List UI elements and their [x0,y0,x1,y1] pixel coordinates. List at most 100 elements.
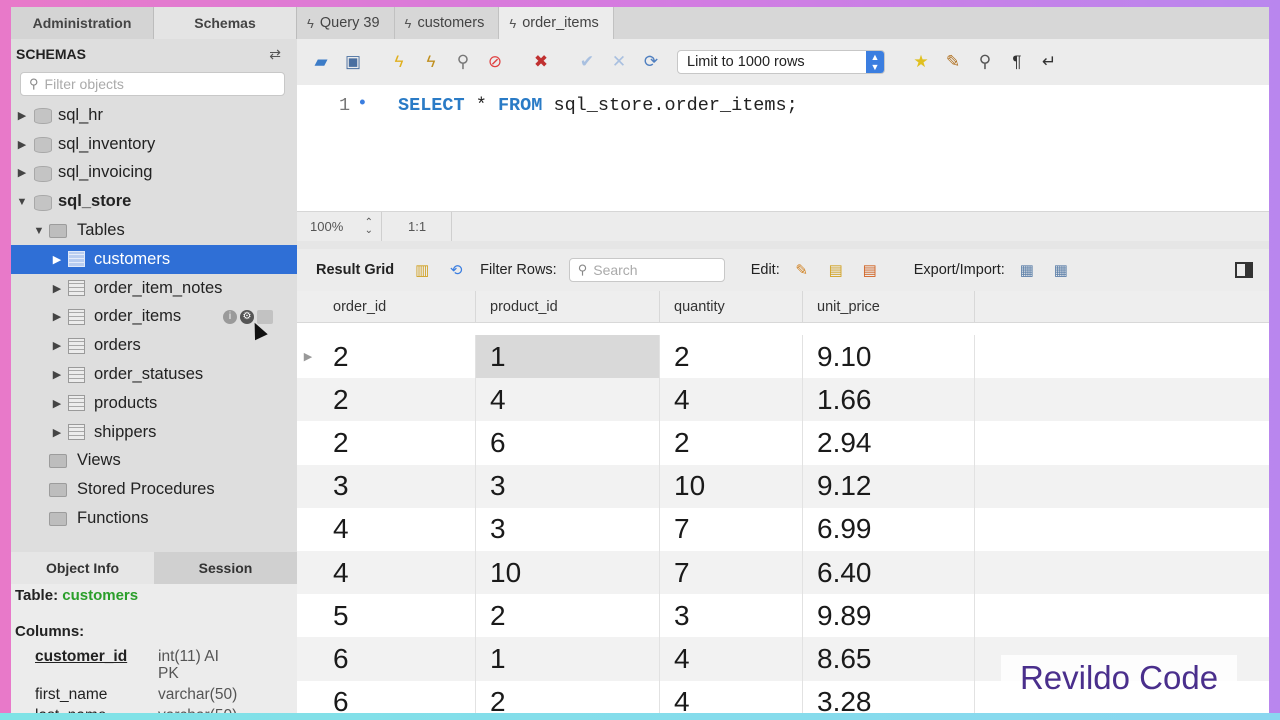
table-cell[interactable]: 6 [319,637,476,681]
pane-splitter[interactable] [297,241,1269,249]
column-header-quantity[interactable]: quantity [660,291,803,322]
schema-item-sql-hr[interactable]: ▶ sql_hr [11,101,297,130]
insert-row-icon[interactable]: ▤ [826,260,846,280]
toggle-error-icon[interactable]: ✖ [529,50,553,74]
table-cell[interactable]: 2 [660,421,803,465]
explain-icon[interactable]: ⚲ [451,50,475,74]
table-cell[interactable]: 3 [660,594,803,638]
stop-icon[interactable]: ⊘ [483,50,507,74]
limit-rows-select[interactable]: Limit to 1000 rows ▲ ▼ [677,50,885,74]
expand-arrow-icon[interactable]: ▶ [51,426,63,439]
expand-arrow-icon[interactable]: ▶ [51,368,63,381]
table-cell[interactable]: 1.66 [803,378,975,422]
table-cell[interactable]: 4 [319,507,476,551]
expand-arrow-icon[interactable]: ▶ [51,253,63,266]
tab-query-39[interactable]: ϟ Query 39 [297,7,395,39]
toggle-side-panel-icon[interactable] [1235,262,1253,278]
rollback-icon[interactable]: ✕ [607,50,631,74]
delete-row-icon[interactable]: ▤ [860,260,880,280]
table-cell[interactable]: 8.65 [803,637,975,681]
collapse-arrow-icon[interactable]: ▼ [33,225,45,237]
table-item-products[interactable]: ▶ products [11,389,297,418]
table-row[interactable]: 3 3 10 9.12 [297,464,1269,508]
grid-view-icon[interactable]: ▥ [412,260,432,280]
stepper-icon[interactable]: ⌃ ⌄ [365,217,373,235]
refresh-icon[interactable]: ⇄ [269,46,281,63]
execute-current-icon[interactable]: ϟ [419,50,443,74]
zoom-control[interactable]: 100% ⌃ ⌄ [297,211,382,242]
table-cell[interactable]: 2 [476,594,660,638]
table-item-order-statuses[interactable]: ▶ order_statuses [11,360,297,389]
table-cell[interactable]: 3 [319,464,476,508]
table-cell[interactable]: 6.99 [803,507,975,551]
save-icon[interactable]: ▣ [341,50,365,74]
expand-arrow-icon[interactable]: ▶ [51,339,63,352]
table-cell[interactable]: 4 [660,378,803,422]
tab-object-info[interactable]: Object Info [11,552,154,584]
edit-row-icon[interactable]: ✎ [792,260,812,280]
expand-arrow-icon[interactable]: ▶ [16,109,28,122]
tab-customers[interactable]: ϟ customers [395,7,500,39]
expand-arrow-icon[interactable]: ▶ [51,310,63,323]
table-cell[interactable]: 2 [660,335,803,379]
table-item-shippers[interactable]: ▶ shippers [11,418,297,447]
execute-icon[interactable]: ϟ [387,50,411,74]
table-cell[interactable]: 1 [476,637,660,681]
wrap-lines-icon[interactable]: ↵ [1037,50,1061,74]
table-cell[interactable]: 6 [476,421,660,465]
export-icon[interactable]: ▦ [1017,260,1037,280]
table-cell[interactable]: 9.89 [803,594,975,638]
info-icon[interactable]: i [223,309,237,324]
table-row[interactable]: ▶ 2 1 2 9.10 [297,335,1269,379]
table-cell[interactable]: 4 [319,550,476,595]
table-cell[interactable]: 3.28 [803,680,975,713]
table-item-customers[interactable]: ▶ customers [11,244,297,274]
table-cell[interactable]: 2 [319,421,476,465]
table-row[interactable]: 4 10 7 6.40 [297,550,1269,595]
table-row[interactable]: 4 3 7 6.99 [297,507,1269,551]
autocommit-icon[interactable]: ⟳ [639,50,663,74]
table-row[interactable]: 5 2 3 9.89 [297,594,1269,638]
table-cell[interactable]: 2 [319,378,476,422]
schema-item-sql-invoicing[interactable]: ▶ sql_invoicing [11,159,297,188]
functions-folder[interactable]: Functions [11,504,297,533]
settings-icon[interactable]: ⚙ [240,309,254,324]
expand-arrow-icon[interactable]: ▶ [16,166,28,179]
beautify-broom-icon[interactable]: ✎ [941,50,965,74]
table-cell[interactable]: 7 [660,550,803,595]
table-cell[interactable]: 2 [319,335,476,379]
filter-objects-input[interactable] [44,76,265,92]
find-icon[interactable]: ⚲ [973,50,997,74]
table-cell[interactable]: 3 [476,507,660,551]
sql-statement[interactable]: SELECT * FROM sql_store.order_items; [398,95,798,116]
table-cell[interactable]: 9.12 [803,464,975,508]
table-cell[interactable]: 2.94 [803,421,975,465]
expand-arrow-icon[interactable]: ▶ [51,397,63,410]
invisible-chars-icon[interactable]: ¶ [1005,50,1029,74]
schema-item-sql-inventory[interactable]: ▶ sql_inventory [11,130,297,159]
tab-administration[interactable]: Administration [11,7,154,39]
collapse-arrow-icon[interactable]: ▼ [16,196,28,208]
open-folder-icon[interactable]: ▰ [309,50,333,74]
tab-schemas[interactable]: Schemas [154,7,297,39]
table-row[interactable]: 2 4 4 1.66 [297,378,1269,422]
table-cell[interactable]: 3 [476,464,660,508]
expand-arrow-icon[interactable]: ▶ [16,138,28,151]
expand-arrow-icon[interactable]: ▶ [51,282,63,295]
table-item-order-item-notes[interactable]: ▶ order_item_notes [11,274,297,303]
table-cell[interactable]: 9.10 [803,335,975,379]
table-cell[interactable]: 10 [660,464,803,508]
bookmark-star-icon[interactable]: ★ [909,50,933,74]
column-header-order-id[interactable]: order_id [319,291,476,322]
commit-icon[interactable]: ✔ [575,50,599,74]
table-cell[interactable]: 7 [660,507,803,551]
filter-rows-input[interactable] [593,262,714,278]
table-cell[interactable]: 4 [660,680,803,713]
table-cell[interactable]: 5 [319,594,476,638]
views-folder[interactable]: Views [11,447,297,476]
tab-order-items[interactable]: ϟ order_items [499,7,614,39]
stored-procedures-folder[interactable]: Stored Procedures [11,475,297,504]
sql-editor[interactable]: 1 • SELECT * FROM sql_store.order_items; [297,85,1269,211]
column-header-product-id[interactable]: product_id [476,291,660,322]
schema-item-sql-store[interactable]: ▼ sql_store [11,187,297,216]
